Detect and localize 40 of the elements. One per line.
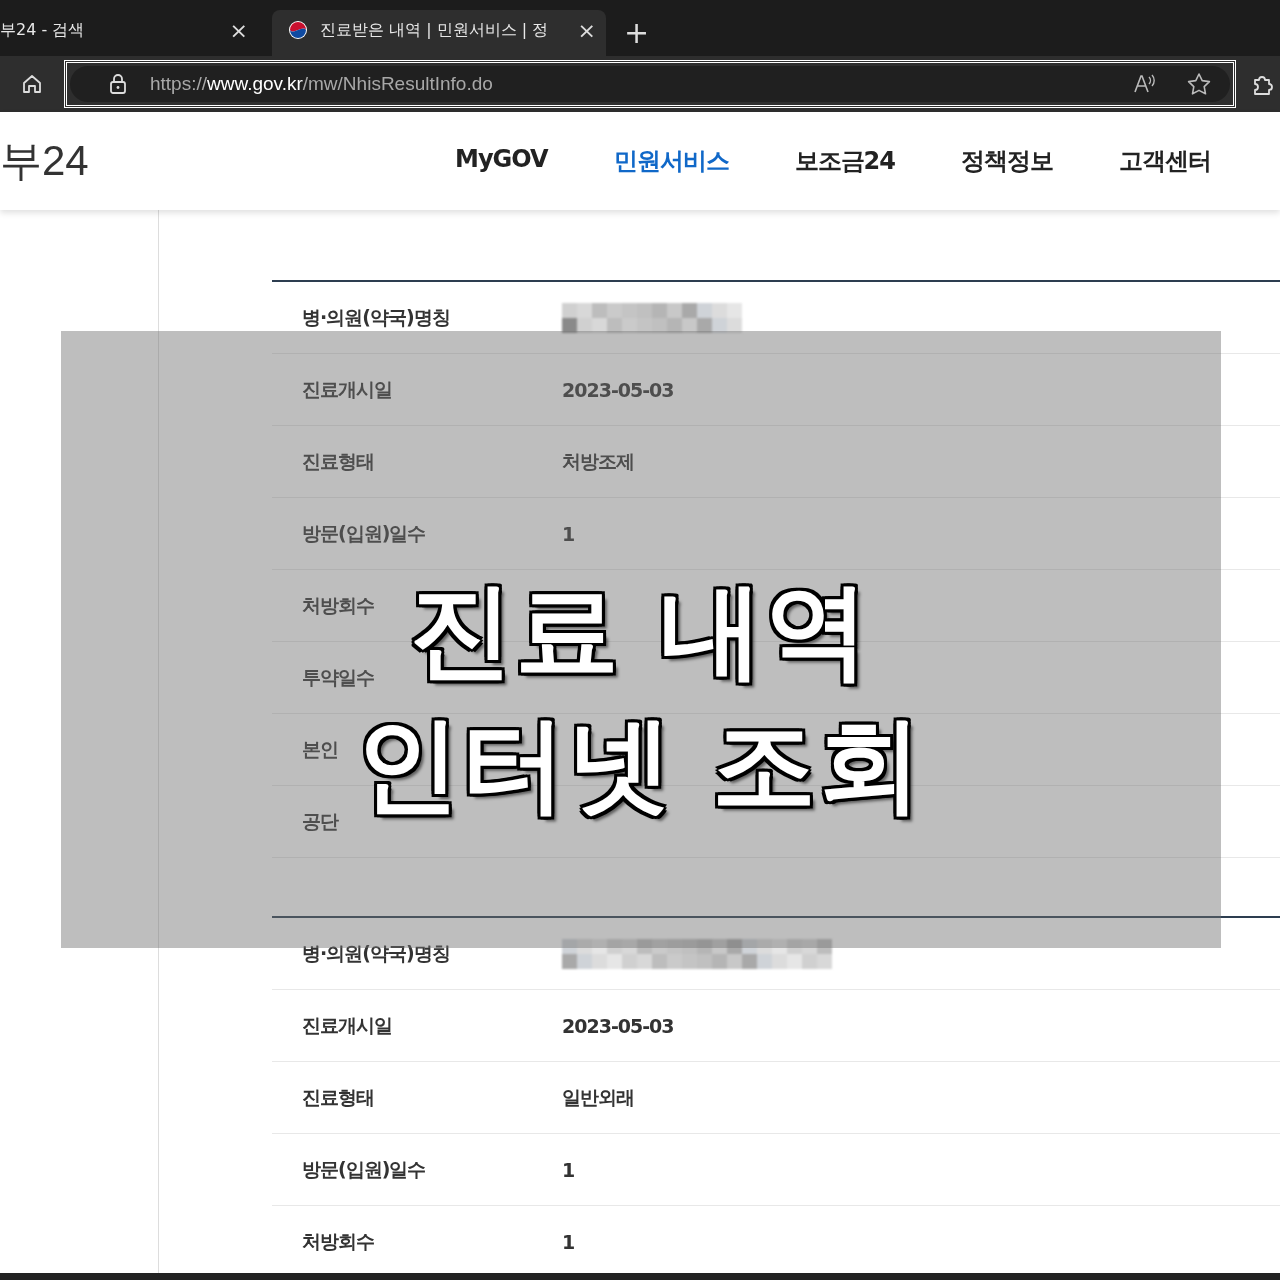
- browser-tab[interactable]: 부24 - 검색 ×: [0, 10, 258, 56]
- field-label: 진료형태: [302, 1084, 375, 1110]
- overlay-title: 진료 내역: [408, 570, 872, 690]
- url-text: https://www.gov.kr/mw/NhisResultInfo.do: [150, 73, 494, 95]
- lock-icon: [108, 73, 128, 95]
- field-value: 일반외래: [562, 1084, 634, 1110]
- nav-link[interactable]: MyGOV: [455, 145, 548, 177]
- site-logo[interactable]: 부24: [0, 133, 455, 189]
- field-label: 공단: [302, 808, 340, 834]
- close-button[interactable]: ×: [229, 17, 248, 43]
- field-label: 처방회수: [302, 1228, 375, 1254]
- browser-tab[interactable]: 진료받은 내역 | 민원서비스 | 정 ×: [272, 10, 606, 56]
- star-icon[interactable]: [1186, 72, 1212, 96]
- field-label: 진료개시일: [302, 376, 393, 402]
- close-button[interactable]: ×: [577, 17, 596, 43]
- field-label: 병·의원(약국)명칭: [302, 940, 451, 966]
- tab-title: 부24 - 검색: [0, 19, 86, 41]
- nav-link[interactable]: 고객센터: [1118, 145, 1211, 177]
- field-label: 방문(입원)일수: [302, 520, 427, 546]
- tab-title: 진료받은 내역 | 민원서비스 | 정: [320, 19, 550, 41]
- field-label: 처방회수: [302, 592, 375, 618]
- nav-link[interactable]: 정책정보: [960, 145, 1053, 177]
- field-value: 2023-05-03: [562, 1014, 674, 1037]
- field-label: 본인: [302, 736, 339, 762]
- field-value: 처방조제: [562, 448, 634, 474]
- nav-link[interactable]: 보조금24: [794, 145, 895, 177]
- field-value: 1: [562, 522, 575, 545]
- field-label: 진료개시일: [302, 1012, 393, 1038]
- overlay-title: 인터넷 조회: [355, 704, 925, 824]
- field-value: 1: [562, 1230, 575, 1253]
- field-label: 진료형태: [302, 448, 375, 474]
- field-label: 방문(입원)일수: [302, 1156, 427, 1182]
- address-field[interactable]: https://www.gov.kr/mw/NhisResultInfo.do: [70, 66, 1230, 102]
- home-icon[interactable]: [20, 72, 44, 96]
- field-label: 투약일수: [302, 664, 375, 690]
- field-label: 병·의원(약국)명칭: [302, 304, 451, 330]
- new-tab-button[interactable]: +: [624, 18, 650, 48]
- field-value: 1: [562, 1158, 575, 1181]
- nav-link[interactable]: 민원서비스: [613, 145, 729, 177]
- field-value: 2023-05-03: [562, 378, 674, 401]
